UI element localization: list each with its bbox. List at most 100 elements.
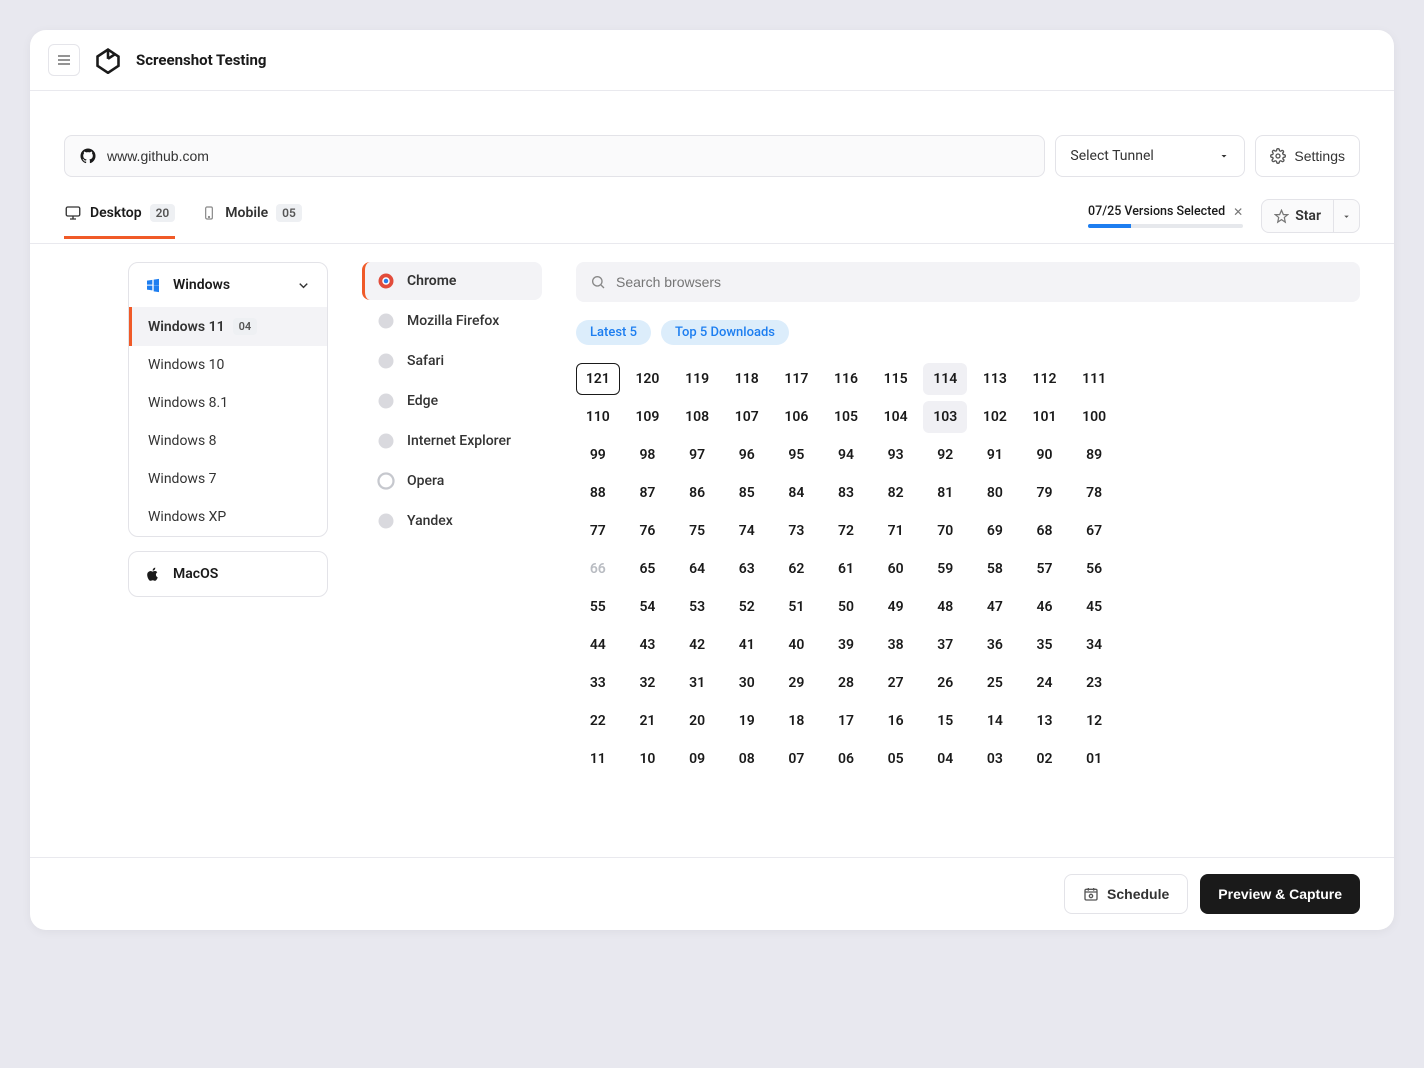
version-94[interactable]: 94	[824, 439, 868, 471]
version-66[interactable]: 66	[576, 553, 620, 585]
search-input[interactable]	[616, 274, 1346, 290]
version-32[interactable]: 32	[626, 667, 670, 699]
version-95[interactable]: 95	[775, 439, 819, 471]
os-item-windows-8-1[interactable]: Windows 8.1	[129, 384, 327, 422]
version-54[interactable]: 54	[626, 591, 670, 623]
version-85[interactable]: 85	[725, 477, 769, 509]
version-37[interactable]: 37	[923, 629, 967, 661]
version-16[interactable]: 16	[874, 705, 918, 737]
version-26[interactable]: 26	[923, 667, 967, 699]
os-item-windows-11[interactable]: Windows 1104	[129, 307, 327, 346]
version-59[interactable]: 59	[923, 553, 967, 585]
version-112[interactable]: 112	[1023, 363, 1067, 395]
version-78[interactable]: 78	[1072, 477, 1116, 509]
os-item-windows-7[interactable]: Windows 7	[129, 460, 327, 498]
version-44[interactable]: 44	[576, 629, 620, 661]
tab-mobile[interactable]: Mobile 05	[201, 204, 302, 239]
version-102[interactable]: 102	[973, 401, 1017, 433]
version-73[interactable]: 73	[775, 515, 819, 547]
version-17[interactable]: 17	[824, 705, 868, 737]
version-03[interactable]: 03	[973, 743, 1017, 775]
browser-item-safari[interactable]: Safari	[362, 342, 542, 380]
version-117[interactable]: 117	[775, 363, 819, 395]
tab-desktop[interactable]: Desktop 20	[64, 204, 175, 239]
version-87[interactable]: 87	[626, 477, 670, 509]
version-36[interactable]: 36	[973, 629, 1017, 661]
version-24[interactable]: 24	[1023, 667, 1067, 699]
clear-versions-button[interactable]: ✕	[1233, 205, 1243, 219]
version-35[interactable]: 35	[1023, 629, 1067, 661]
version-108[interactable]: 108	[675, 401, 719, 433]
version-68[interactable]: 68	[1023, 515, 1067, 547]
version-110[interactable]: 110	[576, 401, 620, 433]
version-79[interactable]: 79	[1023, 477, 1067, 509]
version-50[interactable]: 50	[824, 591, 868, 623]
schedule-button[interactable]: Schedule	[1064, 874, 1188, 914]
version-106[interactable]: 106	[775, 401, 819, 433]
version-42[interactable]: 42	[675, 629, 719, 661]
browser-item-chrome[interactable]: Chrome	[362, 262, 542, 300]
version-62[interactable]: 62	[775, 553, 819, 585]
url-input[interactable]	[107, 148, 1030, 164]
settings-button[interactable]: Settings	[1255, 135, 1360, 177]
version-08[interactable]: 08	[725, 743, 769, 775]
preview-capture-button[interactable]: Preview & Capture	[1200, 874, 1360, 914]
version-15[interactable]: 15	[923, 705, 967, 737]
version-31[interactable]: 31	[675, 667, 719, 699]
version-55[interactable]: 55	[576, 591, 620, 623]
os-windows-header[interactable]: Windows	[129, 263, 327, 307]
version-96[interactable]: 96	[725, 439, 769, 471]
version-25[interactable]: 25	[973, 667, 1017, 699]
os-macos-header[interactable]: MacOS	[129, 552, 327, 596]
version-57[interactable]: 57	[1023, 553, 1067, 585]
version-06[interactable]: 06	[824, 743, 868, 775]
star-button[interactable]: Star	[1261, 199, 1334, 233]
version-119[interactable]: 119	[675, 363, 719, 395]
version-58[interactable]: 58	[973, 553, 1017, 585]
version-120[interactable]: 120	[626, 363, 670, 395]
version-91[interactable]: 91	[973, 439, 1017, 471]
version-72[interactable]: 72	[824, 515, 868, 547]
version-53[interactable]: 53	[675, 591, 719, 623]
version-39[interactable]: 39	[824, 629, 868, 661]
version-75[interactable]: 75	[675, 515, 719, 547]
os-item-windows-xp[interactable]: Windows XP	[129, 498, 327, 536]
version-49[interactable]: 49	[874, 591, 918, 623]
version-20[interactable]: 20	[675, 705, 719, 737]
version-70[interactable]: 70	[923, 515, 967, 547]
version-12[interactable]: 12	[1072, 705, 1116, 737]
version-116[interactable]: 116	[824, 363, 868, 395]
browser-item-opera[interactable]: Opera	[362, 462, 542, 500]
version-99[interactable]: 99	[576, 439, 620, 471]
version-92[interactable]: 92	[923, 439, 967, 471]
version-82[interactable]: 82	[874, 477, 918, 509]
version-14[interactable]: 14	[973, 705, 1017, 737]
version-56[interactable]: 56	[1072, 553, 1116, 585]
version-19[interactable]: 19	[725, 705, 769, 737]
version-38[interactable]: 38	[874, 629, 918, 661]
version-46[interactable]: 46	[1023, 591, 1067, 623]
version-100[interactable]: 100	[1072, 401, 1116, 433]
version-01[interactable]: 01	[1072, 743, 1116, 775]
version-84[interactable]: 84	[775, 477, 819, 509]
version-103[interactable]: 103	[923, 401, 967, 433]
version-13[interactable]: 13	[1023, 705, 1067, 737]
pill-top5[interactable]: Top 5 Downloads	[661, 320, 789, 345]
version-74[interactable]: 74	[725, 515, 769, 547]
version-10[interactable]: 10	[626, 743, 670, 775]
version-105[interactable]: 105	[824, 401, 868, 433]
version-34[interactable]: 34	[1072, 629, 1116, 661]
version-61[interactable]: 61	[824, 553, 868, 585]
version-04[interactable]: 04	[923, 743, 967, 775]
version-104[interactable]: 104	[874, 401, 918, 433]
version-40[interactable]: 40	[775, 629, 819, 661]
version-81[interactable]: 81	[923, 477, 967, 509]
version-48[interactable]: 48	[923, 591, 967, 623]
version-33[interactable]: 33	[576, 667, 620, 699]
version-52[interactable]: 52	[725, 591, 769, 623]
version-41[interactable]: 41	[725, 629, 769, 661]
version-67[interactable]: 67	[1072, 515, 1116, 547]
version-02[interactable]: 02	[1023, 743, 1067, 775]
version-93[interactable]: 93	[874, 439, 918, 471]
version-11[interactable]: 11	[576, 743, 620, 775]
